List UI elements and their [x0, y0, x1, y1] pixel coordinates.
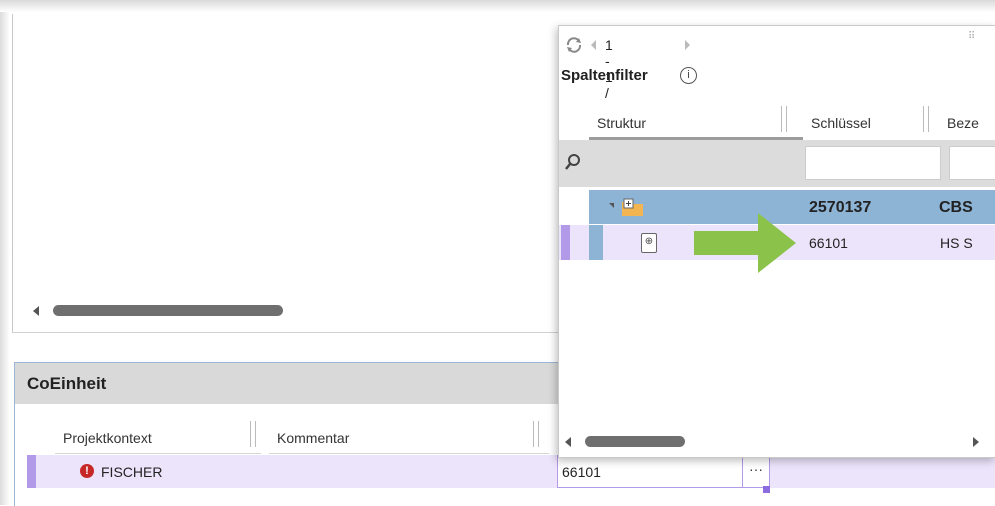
row-key: 66101 [809, 235, 848, 251]
resize-handle[interactable] [763, 486, 770, 493]
column-resize-handle[interactable] [533, 421, 539, 447]
column-header-projektkontext[interactable]: Projektkontext [55, 417, 261, 454]
column-header-kommentar[interactable]: Kommentar [269, 417, 549, 454]
row-description: HS S [940, 235, 973, 251]
column-label: Kommentar [277, 430, 350, 446]
lookup-popup: 1 - 1 / 1 ⠿ Spaltenfilter i Struktur Sch… [558, 25, 995, 458]
row-description: CBS [939, 199, 973, 216]
column-header-bezeichnung[interactable]: Beze [939, 102, 995, 140]
filter-title: Spaltenfilter [561, 67, 648, 84]
grip-icon[interactable]: ⠿ [968, 31, 975, 42]
grid-header: Struktur Schlüssel Beze [559, 102, 995, 141]
collapse-icon[interactable] [604, 203, 614, 208]
search-icon [564, 153, 582, 171]
scrollbar-thumb[interactable] [585, 436, 685, 447]
column-label: Schlüssel [811, 115, 871, 131]
filter-row [559, 141, 995, 187]
section-title: CoEinheit [27, 374, 107, 393]
value-input[interactable]: 66101 [557, 455, 753, 488]
value-text: 66101 [562, 464, 601, 480]
row-key: 2570137 [809, 199, 872, 216]
pager-next-icon[interactable] [685, 40, 690, 50]
column-label: Beze [947, 115, 979, 131]
document-icon: ⊕ [641, 233, 657, 253]
projektkontext-value: FISCHER [101, 464, 163, 480]
column-resize-handle[interactable] [923, 106, 929, 132]
schluessel-filter-input[interactable] [805, 146, 941, 180]
popup-horizontal-scrollbar[interactable] [565, 435, 990, 449]
scroll-left-arrow-icon[interactable] [565, 437, 571, 447]
row-selection-marker [561, 225, 570, 260]
error-icon: ! [80, 464, 94, 478]
refresh-icon[interactable] [565, 36, 583, 54]
upper-horizontal-scrollbar[interactable] [33, 304, 293, 318]
table-row[interactable]: ! FISCHER [27, 455, 995, 488]
scroll-left-arrow-icon[interactable] [33, 306, 39, 316]
pager-prev-icon[interactable] [591, 40, 596, 50]
info-icon[interactable]: i [680, 67, 697, 84]
row-selection-marker [27, 455, 36, 488]
scroll-right-arrow-icon[interactable] [973, 437, 979, 447]
column-label: Projektkontext [63, 430, 152, 446]
lookup-button[interactable]: ··· [742, 455, 770, 488]
window-frame-left [0, 12, 10, 505]
window-frame-top [0, 0, 995, 12]
bezeichnung-filter-input[interactable] [949, 146, 995, 180]
column-label: Struktur [597, 115, 647, 131]
column-header-struktur[interactable]: Struktur [589, 102, 803, 140]
column-resize-handle[interactable] [250, 421, 256, 447]
green-arrow-icon [694, 213, 796, 273]
folder-icon [621, 198, 647, 218]
column-header-schluessel[interactable]: Schlüssel [803, 102, 923, 140]
structure-indent [589, 225, 603, 260]
scrollbar-thumb[interactable] [53, 305, 283, 316]
column-resize-handle[interactable] [781, 106, 787, 132]
